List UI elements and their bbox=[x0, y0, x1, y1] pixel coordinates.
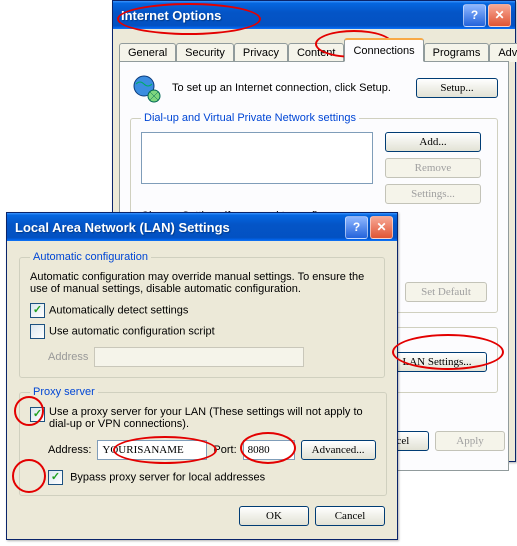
titlebar: Internet Options ? ✕ bbox=[113, 1, 515, 29]
tab-content[interactable]: Content bbox=[288, 43, 345, 62]
tab-privacy[interactable]: Privacy bbox=[234, 43, 288, 62]
auto-config-group: Automatic configuration Automatic config… bbox=[19, 251, 385, 378]
help-icon[interactable]: ? bbox=[463, 4, 486, 27]
auto-script-checkbox[interactable] bbox=[30, 324, 45, 339]
tab-strip: General Security Privacy Content Connect… bbox=[113, 29, 515, 61]
window-title: Local Area Network (LAN) Settings bbox=[11, 220, 343, 235]
proxy-address-label: Address: bbox=[48, 444, 91, 456]
lan-settings-window: Local Area Network (LAN) Settings ? ✕ Au… bbox=[6, 212, 398, 540]
tab-security[interactable]: Security bbox=[176, 43, 234, 62]
connections-listbox[interactable] bbox=[141, 132, 373, 184]
tab-programs[interactable]: Programs bbox=[424, 43, 490, 62]
auto-config-text: Automatic configuration may override man… bbox=[30, 271, 374, 295]
script-address-input bbox=[94, 347, 304, 367]
set-default-button: Set Default bbox=[405, 282, 487, 302]
auto-config-legend: Automatic configuration bbox=[30, 251, 151, 263]
dialup-legend: Dial-up and Virtual Private Network sett… bbox=[141, 112, 359, 124]
apply-button: Apply bbox=[435, 431, 505, 451]
proxy-address-input[interactable] bbox=[97, 440, 207, 460]
bypass-label: Bypass proxy server for local addresses bbox=[70, 471, 265, 483]
use-proxy-checkbox[interactable] bbox=[30, 407, 45, 422]
close-icon[interactable]: ✕ bbox=[370, 216, 393, 239]
tab-advanced[interactable]: Advanced bbox=[489, 43, 517, 62]
auto-detect-checkbox[interactable] bbox=[30, 303, 45, 318]
titlebar: Local Area Network (LAN) Settings ? ✕ bbox=[7, 213, 397, 241]
tab-general[interactable]: General bbox=[119, 43, 176, 62]
bypass-checkbox[interactable] bbox=[48, 470, 63, 485]
settings-button: Settings... bbox=[385, 184, 481, 204]
proxy-group: Proxy server Use a proxy server for your… bbox=[19, 386, 387, 496]
setup-button[interactable]: Setup... bbox=[416, 78, 498, 98]
close-icon[interactable]: ✕ bbox=[488, 4, 511, 27]
use-proxy-label: Use a proxy server for your LAN (These s… bbox=[49, 406, 376, 430]
proxy-port-input[interactable] bbox=[243, 440, 295, 460]
proxy-port-label: Port: bbox=[213, 444, 236, 456]
tab-connections[interactable]: Connections bbox=[344, 38, 423, 62]
script-address-label: Address bbox=[48, 351, 88, 363]
globe-icon bbox=[130, 72, 162, 104]
help-icon[interactable]: ? bbox=[345, 216, 368, 239]
window-title: Internet Options bbox=[117, 8, 461, 23]
auto-detect-label: Automatically detect settings bbox=[49, 304, 188, 316]
advanced-button[interactable]: Advanced... bbox=[301, 440, 376, 460]
setup-description: To set up an Internet connection, click … bbox=[172, 81, 406, 95]
ok-button[interactable]: OK bbox=[239, 506, 309, 526]
remove-button: Remove bbox=[385, 158, 481, 178]
proxy-legend: Proxy server bbox=[30, 386, 98, 398]
auto-script-label: Use automatic configuration script bbox=[49, 325, 215, 337]
cancel-button[interactable]: Cancel bbox=[315, 506, 385, 526]
add-button[interactable]: Add... bbox=[385, 132, 481, 152]
lan-settings-button[interactable]: LAN Settings... bbox=[387, 352, 487, 372]
